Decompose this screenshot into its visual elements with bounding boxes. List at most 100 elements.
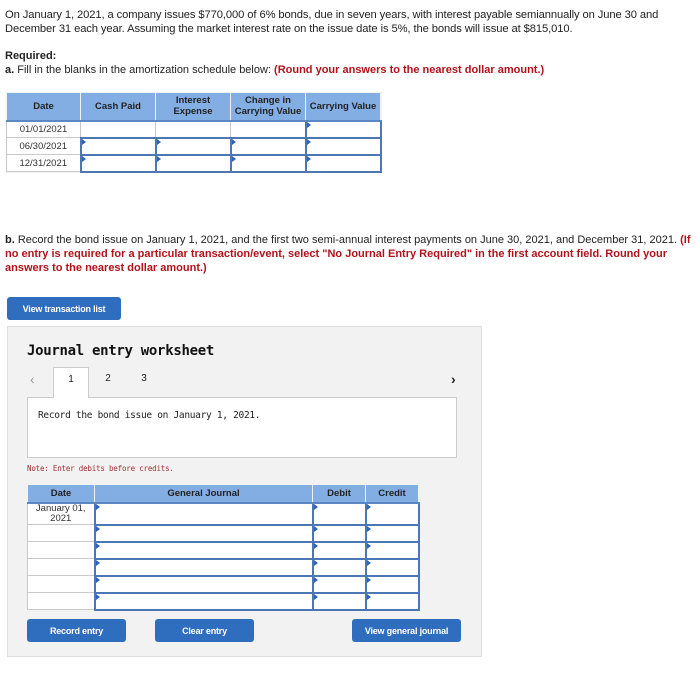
chevron-right-icon[interactable]: › — [451, 371, 456, 387]
table-row: January 01, 2021 — [27, 501, 420, 526]
transaction-description: Record the bond issue on January 1, 2021… — [38, 410, 261, 421]
account-input[interactable] — [93, 540, 314, 560]
account-field[interactable] — [95, 525, 312, 541]
credit-field[interactable] — [366, 542, 418, 558]
col-header-date: Date — [6, 92, 81, 122]
debit-credit-note: Note: Enter debits before credits. — [27, 464, 174, 473]
account-field[interactable] — [95, 559, 312, 575]
credit-field[interactable] — [366, 576, 418, 592]
cash-paid-field[interactable] — [81, 138, 155, 154]
credit-input[interactable] — [364, 591, 420, 611]
col-header-cash-paid: Cash Paid — [80, 92, 156, 122]
debit-input[interactable] — [311, 501, 367, 526]
table-row: 06/30/2021 — [6, 136, 382, 156]
general-journal-table: Date General Journal Debit Credit Januar… — [27, 484, 420, 611]
carrying-value-input[interactable] — [304, 119, 382, 139]
col-header-interest-expense: Interest Expense — [155, 92, 231, 122]
table-row — [27, 574, 420, 594]
account-input[interactable] — [93, 501, 314, 526]
change-in-carrying-value-cell-empty — [230, 120, 306, 138]
account-input[interactable] — [93, 591, 314, 611]
account-field[interactable] — [95, 576, 312, 592]
account-field[interactable] — [95, 593, 312, 609]
journal-header-row: Date General Journal Debit Credit — [27, 484, 419, 504]
view-transaction-list-button[interactable]: View transaction list — [7, 297, 121, 320]
view-general-journal-button[interactable]: View general journal — [352, 619, 461, 642]
interest-expense-field[interactable] — [156, 155, 230, 171]
row-date: 01/01/2021 — [6, 120, 81, 138]
account-input[interactable] — [93, 523, 314, 543]
carrying-value-field[interactable] — [306, 155, 380, 171]
amortization-header-row: Date Cash Paid Interest Expense Change i… — [6, 92, 381, 122]
credit-input[interactable] — [364, 501, 420, 526]
cash-paid-input[interactable] — [79, 136, 157, 156]
interest-expense-cell-empty — [155, 120, 231, 138]
credit-field[interactable] — [366, 525, 418, 541]
debit-input[interactable] — [311, 540, 367, 560]
part-a-label: a. — [5, 64, 15, 76]
credit-field[interactable] — [366, 503, 418, 524]
interest-expense-input[interactable] — [154, 136, 232, 156]
credit-field[interactable] — [366, 593, 418, 609]
cash-paid-cell-empty — [80, 120, 156, 138]
debit-input[interactable] — [311, 591, 367, 611]
table-row — [27, 523, 420, 543]
account-field[interactable] — [95, 503, 312, 524]
col-header-carrying-value: Carrying Value — [305, 92, 381, 122]
transaction-description-box: Record the bond issue on January 1, 2021… — [27, 397, 457, 458]
tab-3[interactable]: 3 — [126, 367, 162, 397]
part-a-rounding-note: (Round your answers to the nearest dolla… — [274, 64, 545, 76]
debit-field[interactable] — [313, 525, 365, 541]
credit-field[interactable] — [366, 559, 418, 575]
debit-field[interactable] — [313, 559, 365, 575]
journal-date — [27, 558, 95, 576]
interest-expense-input[interactable] — [154, 153, 232, 173]
interest-expense-field[interactable] — [156, 138, 230, 154]
problem-statement: On January 1, 2021, a company issues $77… — [5, 9, 659, 35]
credit-input[interactable] — [364, 540, 420, 560]
col-header-general-journal: General Journal — [94, 484, 313, 504]
carrying-value-input[interactable] — [304, 153, 382, 173]
journal-date — [27, 575, 95, 593]
col-header-debit: Debit — [312, 484, 366, 504]
chevron-left-icon[interactable]: ‹ — [30, 371, 35, 387]
account-input[interactable] — [93, 574, 314, 594]
change-in-carrying-value-input[interactable] — [229, 136, 307, 156]
cash-paid-field[interactable] — [81, 155, 155, 171]
change-in-carrying-value-field[interactable] — [231, 138, 305, 154]
credit-input[interactable] — [364, 557, 420, 577]
cash-paid-input[interactable] — [79, 153, 157, 173]
col-header-credit: Credit — [365, 484, 419, 504]
change-in-carrying-value-field[interactable] — [231, 155, 305, 171]
record-entry-button[interactable]: Record entry — [27, 619, 126, 642]
journal-date: January 01, 2021 — [27, 502, 95, 525]
debit-input[interactable] — [311, 523, 367, 543]
part-b-instructions: b. Record the bond issue on January 1, 2… — [5, 233, 695, 275]
debit-field[interactable] — [313, 542, 365, 558]
table-row: 01/01/2021 — [6, 119, 382, 139]
row-date: 06/30/2021 — [6, 137, 81, 155]
journal-date — [27, 524, 95, 542]
account-input[interactable] — [93, 557, 314, 577]
debit-input[interactable] — [311, 557, 367, 577]
change-in-carrying-value-input[interactable] — [229, 153, 307, 173]
journal-date — [27, 541, 95, 559]
carrying-value-field[interactable] — [306, 138, 380, 154]
clear-entry-button[interactable]: Clear entry — [155, 619, 254, 642]
col-header-date: Date — [27, 484, 95, 504]
col-header-change-in-carrying-value: Change in Carrying Value — [230, 92, 306, 122]
tab-1[interactable]: 1 — [53, 367, 89, 398]
row-date: 12/31/2021 — [6, 154, 81, 172]
tab-2[interactable]: 2 — [90, 367, 126, 397]
debit-field[interactable] — [313, 593, 365, 609]
carrying-value-input[interactable] — [304, 136, 382, 156]
credit-input[interactable] — [364, 574, 420, 594]
account-field[interactable] — [95, 542, 312, 558]
part-b-label: b. — [5, 234, 15, 246]
debit-input[interactable] — [311, 574, 367, 594]
debit-field[interactable] — [313, 503, 365, 524]
debit-field[interactable] — [313, 576, 365, 592]
part-a-instructions: a. Fill in the blanks in the amortizatio… — [5, 64, 544, 76]
credit-input[interactable] — [364, 523, 420, 543]
carrying-value-field[interactable] — [306, 121, 380, 137]
